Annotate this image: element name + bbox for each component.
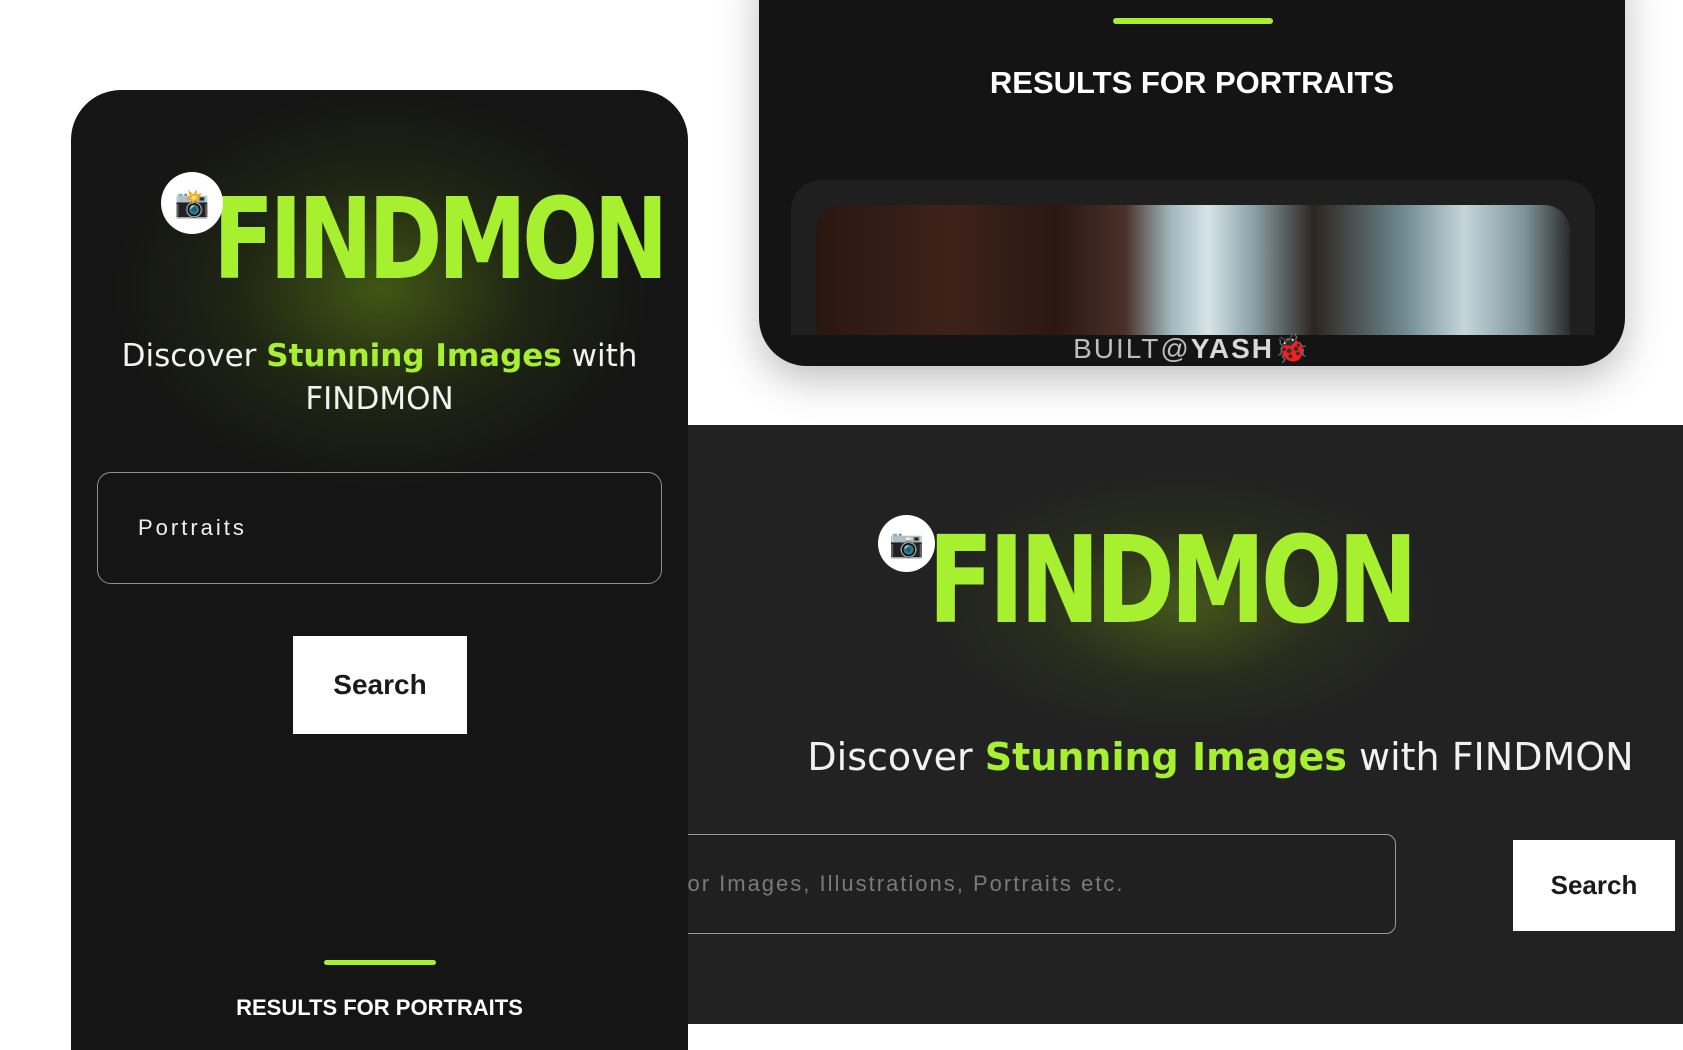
camera-icon: 📷: [878, 515, 935, 572]
tagline-suffix: with FINDMON: [1346, 735, 1634, 779]
results-heading: RESULTS FOR PORTRAITS: [989, 65, 1395, 100]
search-input[interactable]: Portraits: [97, 472, 662, 584]
search-button[interactable]: Search: [293, 636, 467, 734]
accent-bar: [324, 960, 436, 965]
footer-prefix: BUILT@: [1073, 333, 1191, 364]
tagline: Discover Stunning Images with FINDMON: [111, 335, 648, 421]
logo-text: FINDMON: [213, 175, 668, 305]
tagline-highlight: Stunning Images: [266, 338, 562, 374]
search-button[interactable]: Search: [1513, 840, 1675, 931]
tagline-prefix: Discover: [807, 735, 985, 779]
footer-credit: BUILT@YASH🐞: [759, 332, 1625, 365]
results-gallery: [791, 180, 1595, 335]
results-panel: RESULTS FOR PORTRAITS BUILT@YASH🐞: [759, 0, 1625, 366]
search-input[interactable]: ch for Images, Illustrations, Portraits …: [688, 834, 1396, 934]
ladybug-icon: 🐞: [1274, 333, 1311, 364]
search-value: Portraits: [138, 515, 247, 540]
tagline: Discover Stunning Images with FINDMON: [688, 735, 1683, 779]
camera-icon: 📸: [161, 172, 223, 234]
logo: FINDMON: [878, 512, 1418, 651]
mobile-view: FINDMON 📸 Discover Stunning Images with …: [71, 90, 688, 1050]
result-image[interactable]: [816, 205, 1570, 335]
tagline-prefix: Discover: [121, 338, 267, 374]
footer-name[interactable]: YASH: [1191, 333, 1274, 364]
logo: FINDMON: [171, 175, 668, 305]
accent-bar: [1113, 18, 1273, 24]
search-placeholder: ch for Images, Illustrations, Portraits …: [688, 871, 1125, 896]
desktop-view: FINDMON 📷 Discover Stunning Images with …: [688, 425, 1683, 1024]
logo-text: FINDMON: [928, 512, 1418, 651]
tagline-highlight: Stunning Images: [984, 735, 1347, 779]
results-heading: RESULTS FOR PORTRAITS: [236, 995, 523, 1020]
